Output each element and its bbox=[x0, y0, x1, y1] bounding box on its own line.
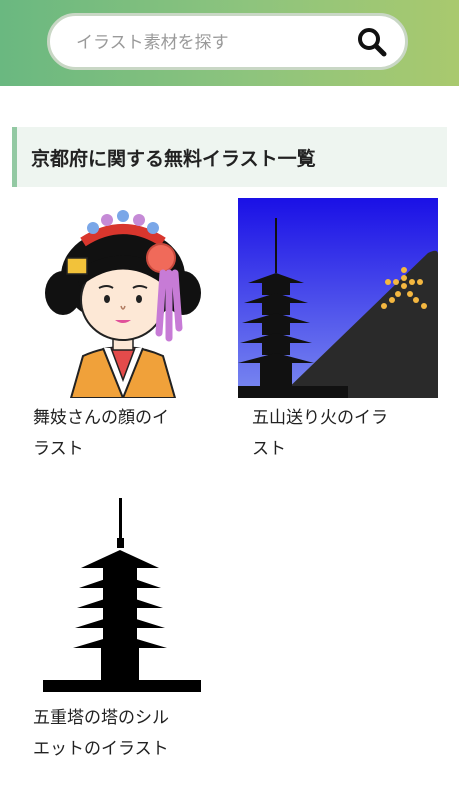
section-title-text: 京都府に関する無料イラスト一覧 bbox=[31, 147, 316, 170]
site-header bbox=[0, 0, 459, 86]
illustration-caption: 舞妓さんの顔のイ ラスト bbox=[33, 403, 213, 465]
illustration-card-maiko[interactable]: 舞妓さんの顔のイ ラスト bbox=[33, 198, 213, 468]
caption-line: 五重塔の塔のシル bbox=[33, 708, 169, 728]
section-title: 京都府に関する無料イラスト一覧 bbox=[12, 127, 447, 187]
caption-line: スト bbox=[252, 439, 286, 459]
search-input[interactable] bbox=[74, 16, 348, 69]
illustration-card-gozan-okuribi[interactable]: 五山送り火のイラ スト bbox=[238, 198, 438, 468]
illustration-card-pagoda[interactable]: 五重塔の塔のシル エットのイラスト bbox=[33, 498, 233, 768]
search-box bbox=[47, 13, 408, 70]
illustration-caption: 五山送り火のイラ スト bbox=[252, 403, 438, 465]
caption-line: ラスト bbox=[33, 439, 84, 459]
caption-line: エットのイラスト bbox=[33, 739, 169, 759]
search-icon bbox=[358, 28, 387, 57]
caption-line: 舞妓さんの顔のイ bbox=[33, 408, 169, 428]
gozan-okuribi-image bbox=[238, 198, 438, 398]
pagoda-silhouette-image bbox=[43, 498, 201, 692]
illustration-caption: 五重塔の塔のシル エットのイラスト bbox=[33, 703, 233, 765]
maiko-face-image bbox=[45, 210, 201, 398]
search-button[interactable] bbox=[355, 25, 389, 59]
caption-line: 五山送り火のイラ bbox=[252, 408, 388, 428]
